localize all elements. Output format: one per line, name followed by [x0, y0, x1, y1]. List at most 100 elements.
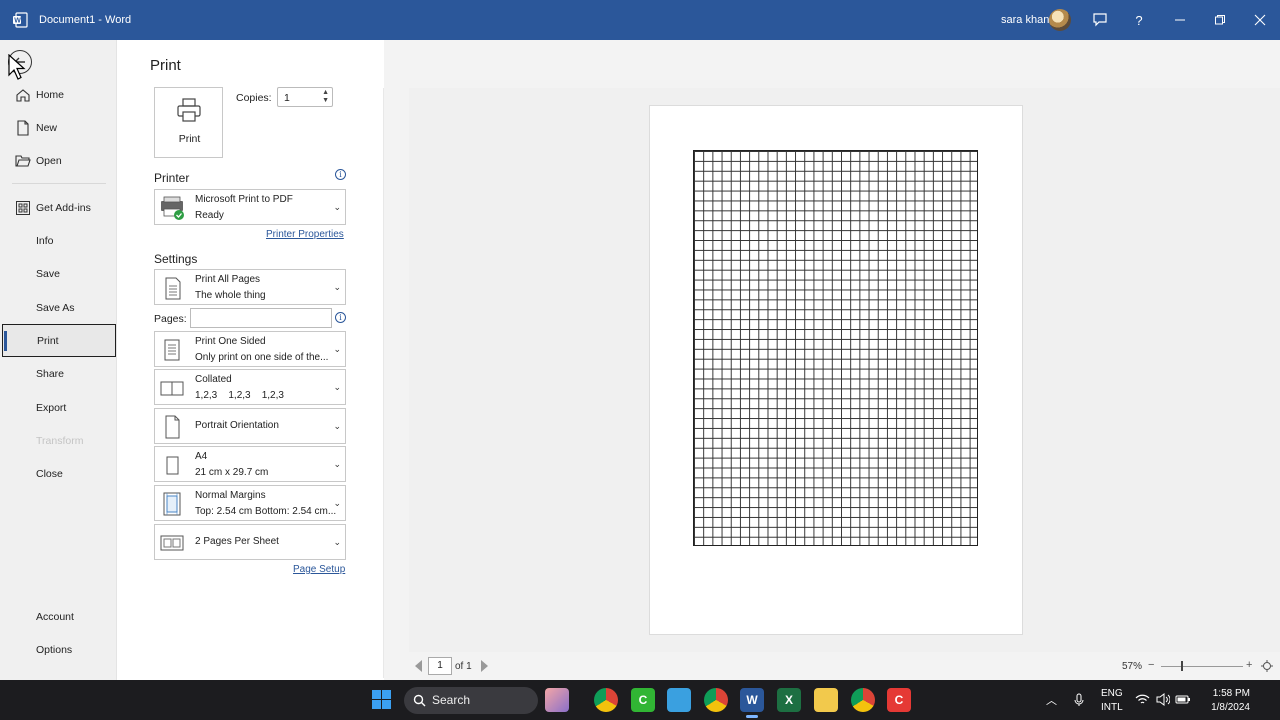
copies-value: 1 — [284, 92, 290, 104]
nav-save[interactable]: Save — [0, 257, 117, 290]
language-code[interactable]: ENG — [1101, 688, 1123, 699]
nav-print-label: Print — [37, 334, 59, 347]
collation-subtitle: 1,2,3 1,2,3 1,2,3 — [195, 390, 284, 401]
close-icon[interactable] — [1250, 10, 1270, 30]
pages-input[interactable] — [190, 308, 332, 328]
print-button[interactable]: Print — [154, 87, 223, 158]
battery-icon[interactable] — [1175, 694, 1191, 705]
sides-select[interactable]: Print One Sided Only print on one side o… — [154, 331, 346, 367]
taskbar-search[interactable]: Search — [404, 687, 538, 714]
window-title: Document1 - Word — [39, 14, 132, 26]
pages-label: Pages: — [154, 313, 187, 325]
addins-grid-icon — [16, 201, 30, 215]
nav-get-addins-label: Get Add-ins — [36, 201, 91, 214]
avatar[interactable] — [1049, 9, 1071, 31]
printer-ready-icon — [161, 196, 184, 220]
chrome-alt-icon[interactable] — [851, 688, 875, 712]
one-sided-page-icon — [164, 339, 180, 361]
printer-info-icon[interactable]: i — [335, 169, 346, 180]
folder-open-icon — [15, 155, 31, 167]
pages-stack-icon — [165, 277, 181, 300]
wifi-icon[interactable] — [1135, 693, 1150, 706]
keyboard-layout[interactable]: INTL — [1101, 702, 1123, 713]
pages-per-sheet-select[interactable]: 2 Pages Per Sheet ⌄ — [154, 524, 346, 560]
page-count: of 1 — [455, 661, 472, 672]
margins-icon — [163, 492, 181, 516]
clock-date: 1/8/2024 — [1211, 702, 1250, 713]
pages-info-icon[interactable]: i — [335, 312, 346, 323]
camtasia-icon[interactable]: C — [631, 688, 655, 712]
nav-info[interactable]: Info — [0, 224, 117, 257]
chevron-down-icon: ⌄ — [333, 344, 341, 354]
margins-subtitle: Top: 2.54 cm Bottom: 2.54 cm... — [195, 506, 337, 517]
show-hidden-icons-icon[interactable]: ︿ — [1046, 692, 1057, 708]
nav-export[interactable]: Export — [0, 391, 117, 424]
feedback-icon[interactable] — [1090, 10, 1110, 30]
restore-icon[interactable] — [1210, 10, 1230, 30]
backstage-nav: Home New Open Get Add-ins Info Save Save… — [0, 40, 117, 680]
search-icon — [413, 694, 426, 707]
nav-export-label: Export — [36, 401, 67, 414]
copies-stepper[interactable]: 1 ▲ ▼ — [277, 87, 333, 107]
notepad-icon[interactable] — [667, 688, 691, 712]
printer-properties-link[interactable]: Printer Properties — [266, 229, 344, 240]
nav-options-label: Options — [36, 643, 73, 656]
margins-select[interactable]: Normal Margins Top: 2.54 cm Bottom: 2.54… — [154, 485, 346, 521]
paper-size-select[interactable]: A4 21 cm x 29.7 cm ⌄ — [154, 446, 346, 482]
nav-new-label: New — [36, 121, 58, 134]
zoom-out-icon[interactable]: − — [1148, 659, 1154, 671]
pages-per-sheet-title: 2 Pages Per Sheet — [195, 536, 279, 547]
chevron-down-icon: ⌄ — [333, 282, 341, 292]
nav-share[interactable]: Share — [0, 357, 117, 390]
microphone-icon[interactable] — [1074, 693, 1084, 707]
collation-select[interactable]: Collated 1,2,3 1,2,3 1,2,3 ⌄ — [154, 369, 346, 405]
zoom-in-icon[interactable]: + — [1246, 659, 1252, 671]
zoom-level[interactable]: 57% — [1122, 661, 1142, 672]
nav-share-label: Share — [36, 367, 65, 380]
chrome-icon[interactable] — [594, 688, 618, 712]
panel-divider — [383, 88, 384, 678]
print-button-label: Print — [178, 133, 201, 145]
orientation-select[interactable]: Portrait Orientation ⌄ — [154, 408, 346, 444]
windows-start-icon[interactable] — [372, 690, 391, 709]
chrome-profile-icon[interactable] — [704, 688, 728, 712]
printer-icon — [177, 98, 201, 122]
zoom-slider-thumb[interactable] — [1181, 661, 1183, 671]
nav-home[interactable]: Home — [0, 78, 117, 111]
printer-status: Ready — [195, 210, 224, 221]
nav-print[interactable]: Print — [2, 324, 116, 357]
account-name[interactable]: sara khan — [1001, 14, 1049, 26]
chevron-down-icon: ⌄ — [333, 202, 341, 212]
nav-new[interactable]: New — [0, 111, 117, 144]
zoom-to-page-icon[interactable] — [1261, 660, 1273, 672]
nav-options[interactable]: Options — [0, 633, 117, 666]
chevron-down-icon: ⌄ — [333, 498, 341, 508]
nav-open[interactable]: Open — [0, 144, 117, 177]
nav-get-addins[interactable]: Get Add-ins — [0, 191, 117, 224]
nav-account[interactable]: Account — [0, 600, 117, 633]
zoom-slider[interactable] — [1161, 666, 1243, 667]
previous-page-icon[interactable] — [415, 660, 422, 672]
nav-close[interactable]: Close — [0, 457, 117, 490]
title-bar: W Document1 - Word sara khan ? — [0, 0, 1280, 40]
page-setup-link[interactable]: Page Setup — [293, 564, 345, 575]
copies-label: Copies: — [236, 92, 272, 104]
sides-title: Print One Sided — [195, 336, 266, 347]
volume-icon[interactable] — [1156, 693, 1170, 706]
print-range-select[interactable]: Print All Pages The whole thing ⌄ — [154, 269, 346, 305]
excel-icon[interactable]: X — [777, 688, 801, 712]
printer-select[interactable]: Microsoft Print to PDF Ready ⌄ — [154, 189, 346, 225]
file-explorer-icon[interactable] — [814, 688, 838, 712]
spin-arrows-icon[interactable]: ▲ ▼ — [322, 89, 329, 105]
page-title: Print — [150, 57, 181, 74]
help-icon[interactable]: ? — [1129, 10, 1149, 30]
nav-home-label: Home — [36, 88, 65, 101]
nav-save-as[interactable]: Save As — [0, 291, 117, 324]
minimize-icon[interactable] — [1170, 10, 1190, 30]
next-page-icon[interactable] — [481, 660, 488, 672]
current-page-input[interactable]: 1 — [428, 657, 452, 675]
widgets-icon[interactable] — [545, 688, 569, 712]
recorder-icon[interactable]: C — [887, 688, 911, 712]
clock[interactable]: 1:58 PM 1/8/2024 — [1200, 687, 1250, 715]
word-taskbar-icon[interactable]: W — [740, 688, 764, 718]
